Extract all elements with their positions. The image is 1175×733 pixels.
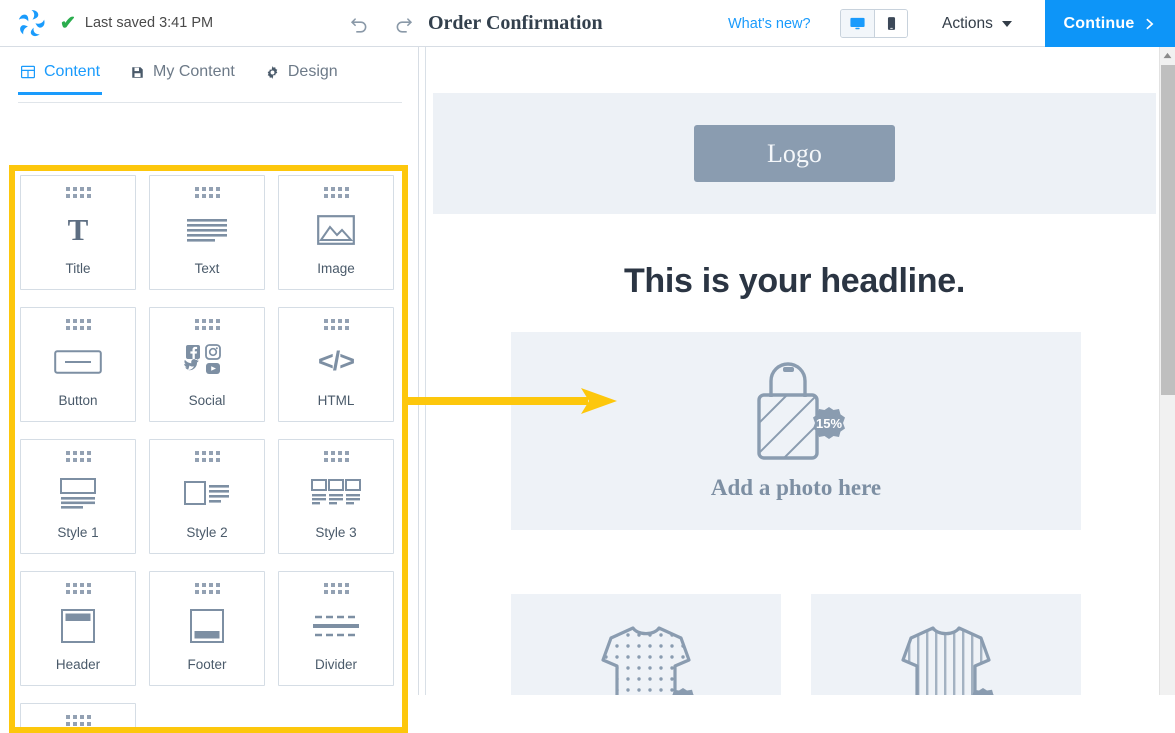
block-button[interactable]: Button: [20, 307, 136, 422]
gear-icon: [265, 65, 280, 80]
history-controls: [348, 0, 414, 47]
tab-design-label: Design: [288, 63, 338, 81]
tab-content[interactable]: Content: [18, 63, 102, 95]
tab-my-content[interactable]: My Content: [128, 63, 237, 92]
canvas-scrollbar[interactable]: [1159, 47, 1175, 695]
block-label: Divider: [315, 657, 357, 672]
actions-label: Actions: [942, 15, 993, 33]
block-label: Header: [56, 657, 100, 672]
divider-lines-icon: [279, 594, 393, 657]
block-style-2[interactable]: Style 2: [149, 439, 265, 554]
drag-handle-icon[interactable]: [195, 583, 220, 594]
header-bar-icon: [21, 594, 135, 657]
grid-layout-icon: [20, 64, 36, 80]
drag-handle-icon[interactable]: [195, 451, 220, 462]
tab-content-label: Content: [44, 63, 100, 81]
block-label: Style 2: [186, 525, 227, 540]
block-image[interactable]: Image: [278, 175, 394, 290]
tshirt-dotted-icon: 10%: [581, 610, 711, 695]
product-tile-left[interactable]: 10%: [511, 594, 781, 695]
social-networks-icon: [150, 330, 264, 393]
block-style-3[interactable]: Style 3: [278, 439, 394, 554]
email-canvas[interactable]: Logo This is your headline. 15% Add a ph: [419, 47, 1159, 695]
style-two-image-beside-text-icon: [150, 462, 264, 525]
block-footer[interactable]: Footer: [149, 571, 265, 686]
drag-handle-icon[interactable]: [324, 319, 349, 330]
checkmark-icon: ✔: [60, 14, 76, 33]
continue-label: Continue: [1064, 15, 1135, 33]
logo-placeholder[interactable]: Logo: [694, 125, 895, 182]
undo-arrow-icon[interactable]: [348, 13, 370, 35]
block-title[interactable]: T Title: [20, 175, 136, 290]
actions-dropdown[interactable]: Actions: [942, 0, 1012, 47]
block-label: Title: [65, 261, 90, 276]
continue-button[interactable]: Continue: [1045, 0, 1175, 47]
chevron-down-icon: [1002, 21, 1012, 27]
code-brackets-icon: </>: [279, 330, 393, 393]
hero-discount-badge: 15%: [816, 416, 842, 431]
block-label: Style 1: [57, 525, 98, 540]
block-partial-next-row[interactable]: [20, 703, 136, 733]
chevron-right-icon: [1143, 16, 1156, 32]
whats-new-link[interactable]: What's new?: [728, 0, 811, 47]
block-text[interactable]: Text: [149, 175, 265, 290]
product-tile-right[interactable]: 10%: [811, 594, 1081, 695]
partial-block-icon: [21, 726, 135, 733]
saved-status-label: Last saved 3:41 PM: [85, 15, 213, 31]
footer-bar-icon: [150, 594, 264, 657]
content-blocks-grid: T Title Text: [20, 175, 398, 733]
button-rectangle-icon: [21, 330, 135, 393]
tshirt-striped-icon: 10%: [881, 610, 1011, 695]
block-label: HTML: [318, 393, 355, 408]
desktop-monitor-icon[interactable]: [841, 10, 874, 37]
drag-handle-icon[interactable]: [195, 319, 220, 330]
headline-text[interactable]: This is your headline.: [433, 262, 1156, 301]
block-social[interactable]: Social: [149, 307, 265, 422]
swirl-logo-icon[interactable]: [8, 8, 54, 39]
block-header[interactable]: Header: [20, 571, 136, 686]
block-label: Text: [195, 261, 220, 276]
scrollbar-thumb[interactable]: [1161, 65, 1175, 395]
floppy-save-icon: [130, 65, 145, 80]
drag-handle-icon[interactable]: [66, 451, 91, 462]
email-body: Logo This is your headline. 15% Add a ph: [425, 47, 1155, 695]
mobile-phone-icon[interactable]: [874, 10, 907, 37]
sidebar-tabs: Content My Content Design: [18, 63, 402, 103]
block-divider[interactable]: Divider: [278, 571, 394, 686]
style-three-columns-icon: [279, 462, 393, 525]
drag-handle-icon[interactable]: [324, 187, 349, 198]
block-style-1[interactable]: Style 1: [20, 439, 136, 554]
style-one-image-over-text-icon: [21, 462, 135, 525]
top-toolbar: ✔ Last saved 3:41 PM Order Confirmation …: [0, 0, 1175, 47]
tab-design[interactable]: Design: [263, 63, 340, 92]
drag-handle-icon[interactable]: [195, 187, 220, 198]
shopping-bag-icon: 15%: [741, 361, 851, 469]
serif-t-icon: T: [21, 198, 135, 261]
tab-my-content-label: My Content: [153, 63, 235, 81]
block-label: Style 3: [315, 525, 356, 540]
block-label: Social: [189, 393, 226, 408]
view-mode-toggle: [840, 9, 908, 38]
picture-mountain-icon: [279, 198, 393, 261]
block-html[interactable]: </> HTML: [278, 307, 394, 422]
logo-band[interactable]: Logo: [433, 93, 1156, 214]
text-lines-icon: [150, 198, 264, 261]
drag-handle-icon[interactable]: [324, 451, 349, 462]
hero-photo-placeholder[interactable]: 15% Add a photo here: [511, 332, 1081, 530]
redo-arrow-icon[interactable]: [392, 13, 414, 35]
block-label: Button: [58, 393, 97, 408]
drag-handle-icon[interactable]: [66, 583, 91, 594]
block-label: Footer: [187, 657, 226, 672]
block-label: Image: [317, 261, 355, 276]
drag-handle-icon[interactable]: [324, 583, 349, 594]
document-title[interactable]: Order Confirmation: [428, 0, 603, 47]
drag-handle-icon[interactable]: [66, 187, 91, 198]
drag-handle-icon[interactable]: [66, 715, 91, 726]
hero-caption: Add a photo here: [711, 475, 881, 501]
content-sidebar: Content My Content Design T Title: [0, 47, 419, 695]
scroll-up-arrow-icon[interactable]: [1160, 47, 1175, 64]
drag-handle-icon[interactable]: [66, 319, 91, 330]
